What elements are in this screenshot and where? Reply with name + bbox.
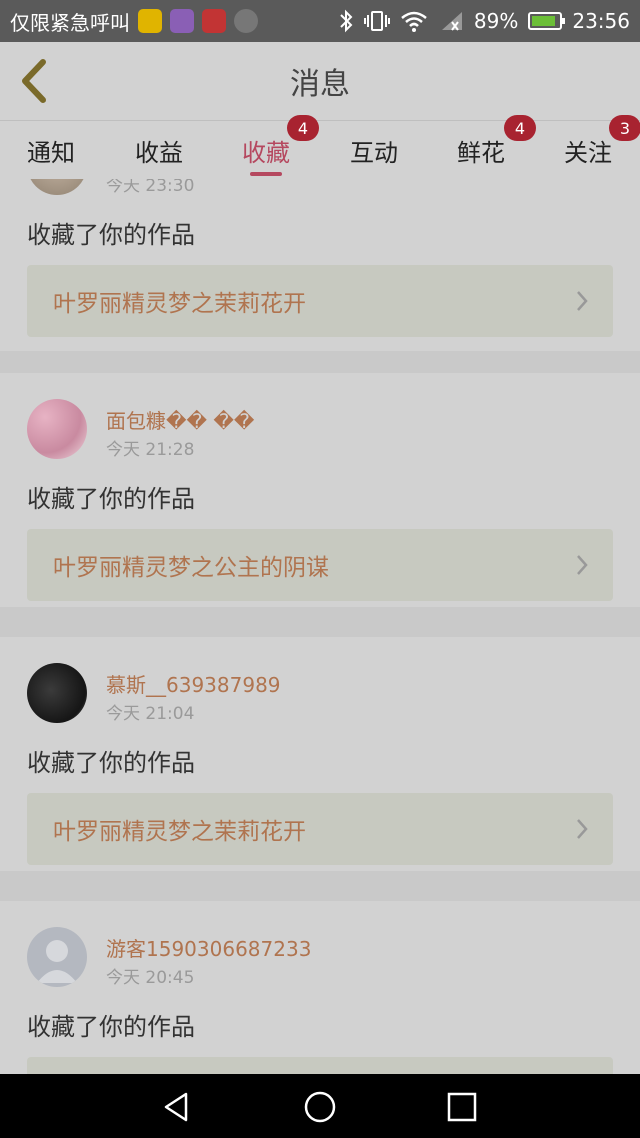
message-time: 今天 20:45 <box>106 968 195 988</box>
list-item: 今天 23:30 收藏了你的作品 叶罗丽精灵梦之茉莉花开 <box>0 179 640 351</box>
beetle-app-icon <box>138 9 162 33</box>
message-action: 收藏了你的作品 <box>27 749 195 777</box>
chevron-right-icon <box>577 291 588 311</box>
message-time: 今天 21:04 <box>106 704 195 724</box>
message-list[interactable]: 今天 23:30 收藏了你的作品 叶罗丽精灵梦之茉莉花开 面包糠�� �� 今天… <box>0 179 640 1074</box>
drawing-app-icon <box>234 9 258 33</box>
username[interactable]: 慕斯__639387989 <box>106 669 281 698</box>
message-time: 今天 23:30 <box>106 179 195 196</box>
tab-flowers[interactable]: 鲜花 4 <box>452 115 536 179</box>
default-avatar-icon <box>37 940 77 983</box>
signal-icon <box>441 12 462 31</box>
work-title: 叶罗丽精灵梦之茉莉花开 <box>53 819 306 845</box>
home-circle-icon[interactable] <box>303 1090 337 1124</box>
chevron-right-icon <box>577 555 588 575</box>
recents-square-icon[interactable] <box>445 1090 479 1124</box>
list-item: 面包糠�� �� 今天 21:28 收藏了你的作品 叶罗丽精灵梦之公主的阴谋 <box>0 373 640 607</box>
tab-label: 关注 <box>564 138 612 167</box>
username[interactable]: 游客1590306687233 <box>106 933 311 962</box>
work-link[interactable]: 叶罗丽精灵梦之茉莉花开 <box>27 265 613 337</box>
bluetooth-icon <box>340 9 353 33</box>
chevron-right-icon <box>577 819 588 839</box>
message-time: 今天 21:28 <box>106 440 195 460</box>
avatar[interactable] <box>27 663 87 723</box>
back-button[interactable] <box>14 56 54 106</box>
tab-label: 互动 <box>350 138 398 167</box>
message-action: 收藏了你的作品 <box>27 221 195 249</box>
work-link[interactable]: 叶罗丽精灵梦之茉莉花开 <box>27 793 613 865</box>
tab-badge: 4 <box>287 115 319 141</box>
battery-icon <box>528 12 566 30</box>
username[interactable]: 面包糠�� �� <box>106 405 254 434</box>
work-link[interactable]: 叶罗丽精灵梦之公主的阴谋 <box>27 529 613 601</box>
avatar[interactable] <box>27 927 87 987</box>
tab-follows[interactable]: 关注 3 <box>559 115 640 179</box>
tab-label: 通知 <box>27 138 75 167</box>
tab-favorites[interactable]: 收藏 4 <box>237 115 319 179</box>
battery-percent: 89% <box>473 9 519 33</box>
work-title: 叶罗丽精灵梦之公主的阴谋 <box>53 555 329 581</box>
tab-label: 收益 <box>135 138 183 167</box>
tab-badge: 4 <box>504 115 536 141</box>
work-title: 叶罗丽精灵梦之茉莉花开 <box>53 291 306 317</box>
weibo-app-icon <box>202 9 226 33</box>
tab-bar: 通知 收益 收藏 4 互动 鲜花 4 关注 3 <box>0 115 640 179</box>
tab-notifications[interactable]: 通知 <box>22 121 80 179</box>
message-action: 收藏了你的作品 <box>27 1013 195 1041</box>
tab-label: 鲜花 <box>457 138 505 167</box>
avatar[interactable] <box>27 399 87 459</box>
tab-badge: 3 <box>609 115 640 141</box>
work-link[interactable] <box>27 1057 613 1074</box>
tab-label: 收藏 <box>242 138 290 167</box>
header-bar: 消息 <box>0 42 640 120</box>
vibrate-icon <box>363 11 390 31</box>
tab-interactions[interactable]: 互动 <box>345 121 403 179</box>
message-action: 收藏了你的作品 <box>27 485 195 513</box>
clock: 23:56 <box>572 9 630 33</box>
wifi-icon <box>401 11 427 32</box>
system-nav-bar <box>0 1074 640 1138</box>
page-title: 消息 <box>290 67 350 102</box>
tab-earnings[interactable]: 收益 <box>130 121 188 179</box>
list-item: 慕斯__639387989 今天 21:04 收藏了你的作品 叶罗丽精灵梦之茉莉… <box>0 637 640 871</box>
gallery-app-icon <box>170 9 194 33</box>
avatar[interactable] <box>27 179 87 195</box>
back-chevron-icon <box>22 59 46 103</box>
carrier-text: 仅限紧急呼叫 <box>10 10 130 35</box>
list-item: 游客1590306687233 今天 20:45 收藏了你的作品 <box>0 901 640 1074</box>
back-triangle-icon[interactable] <box>160 1090 194 1124</box>
status-bar: 仅限紧急呼叫 89% 23:56 <box>0 0 640 42</box>
active-tab-indicator <box>250 172 282 176</box>
